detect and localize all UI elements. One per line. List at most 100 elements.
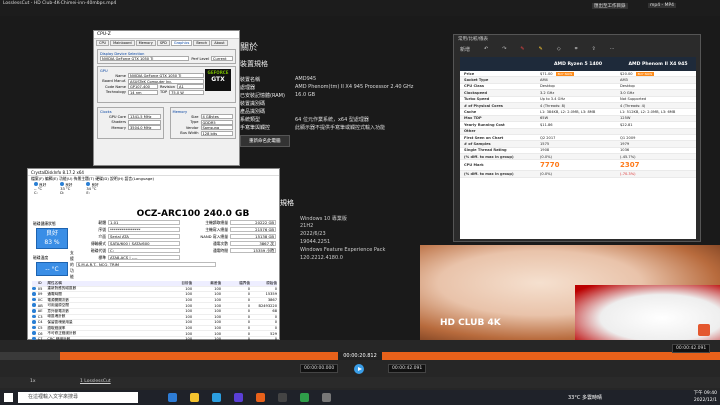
firmware-value: 1.01 xyxy=(108,220,180,225)
cpu-a-name[interactable]: AMD Ryzen 5 1400 xyxy=(536,62,616,67)
cmp-value-a: Up to 3.4 GHz xyxy=(540,97,566,102)
segment-end-time[interactable]: 00:00:42.091 xyxy=(388,364,427,373)
smart-id: AE xyxy=(37,309,43,314)
memory-group: Memory Size 4 GBytes Type GDDR5 Vendor Sams… xyxy=(169,107,236,139)
cmp-value-b: $22.81 xyxy=(620,122,633,127)
tab-bench[interactable]: Bench xyxy=(193,40,211,46)
windows-start-icon[interactable] xyxy=(4,393,13,402)
serial-value: **************** xyxy=(108,227,180,232)
windows-version: 21H2 xyxy=(300,223,314,229)
rename-pc-button[interactable]: 重新命名此電腦 xyxy=(240,135,290,147)
diff-label: (% diff. to max in group) xyxy=(464,172,514,177)
drive-e[interactable]: 良好 34 °C E: xyxy=(86,182,99,196)
smart-worst: 100 xyxy=(214,326,222,331)
cpu-compare-table: AMD Ryzen 5 1400 AMD Phenom II X4 945 Pr… xyxy=(460,57,696,239)
cmp-label: Single Thread Rating xyxy=(464,148,507,153)
highlighter-icon[interactable]: ✎ xyxy=(539,46,543,52)
cpuz-window[interactable]: CPU-Z CPU Mainboard Memory SPD Graphics … xyxy=(93,30,240,166)
buy-now-button[interactable]: BUY NOW xyxy=(635,71,655,76)
forward-icon[interactable]: ↷ xyxy=(502,46,506,52)
tab-mainboard[interactable]: Mainboard xyxy=(110,40,135,46)
col-worst[interactable]: 最差值 xyxy=(192,281,221,286)
field-label: Code Name xyxy=(105,84,126,89)
cmp-header: AMD Ryzen 5 1400 AMD Phenom II X4 945 xyxy=(460,57,696,71)
cmp-value-a: 3.2 GHz xyxy=(540,90,555,95)
app-icon[interactable] xyxy=(234,393,243,402)
tab-cpu[interactable]: CPU xyxy=(96,40,110,46)
status-dot-icon xyxy=(32,292,36,296)
col-raw[interactable]: 原始值 xyxy=(250,281,277,286)
track-label[interactable]: 1 LosslessCut xyxy=(80,379,111,384)
crop-icon[interactable]: ⌗ xyxy=(575,46,578,52)
more-icon[interactable]: ⋯ xyxy=(610,46,615,52)
weather-widget[interactable]: 33°C 多雲時晴 xyxy=(568,394,602,401)
perf-level-label: Perf Level xyxy=(191,56,209,61)
cpu-compare-window[interactable]: 常用/比較/儀表 新增 ↶ ↷ ✎ ✎ ◇ ⌗ ⇪ ⋯ AMD Ryzen 5 … xyxy=(453,34,701,242)
share-icon[interactable]: ⇪ xyxy=(592,46,596,52)
edge-icon[interactable] xyxy=(168,393,177,402)
smart-id: C4 xyxy=(37,320,43,325)
cpuz-taskbar-icon[interactable] xyxy=(278,393,287,402)
cpu-mark-b: 2307 xyxy=(620,161,640,170)
cdi-title[interactable]: CrystalDiskInfo 8.17.2 x64 xyxy=(28,169,279,176)
cpuz-title[interactable]: CPU-Z xyxy=(94,31,239,39)
tab-memory[interactable]: Memory xyxy=(135,40,156,46)
smart-raw: B2493220 xyxy=(258,303,277,308)
col-current[interactable]: 目前值 xyxy=(163,281,192,286)
smart-table[interactable]: ID 屬性名稱 目前值 最差值 臨界值 原始值 05 重新對應的磁區數 100 100… xyxy=(32,281,277,349)
tab-graphics[interactable]: Graphics xyxy=(170,40,193,46)
windows-experience-version: 120.2212.4180.0 xyxy=(300,255,343,261)
chat-bubble-icon[interactable] xyxy=(698,324,710,336)
status-dot-icon xyxy=(34,182,38,186)
cmp-value-b: $20.00 xyxy=(620,71,633,76)
col-threshold[interactable]: 臨界值 xyxy=(221,281,250,286)
zoom-level[interactable]: 1x xyxy=(30,379,36,384)
settings-icon[interactable] xyxy=(212,393,221,402)
tab-spd[interactable]: SPD xyxy=(156,40,170,46)
memory-size-value: 4 GBytes xyxy=(200,114,233,120)
memory-clock-value: 3504.0 MHz xyxy=(128,125,161,131)
status-dot-icon xyxy=(32,286,36,291)
cmp-label: Turbo Speed xyxy=(464,97,490,102)
health-status-badge[interactable]: 良好 83 % xyxy=(36,228,68,249)
file-explorer-icon[interactable] xyxy=(190,393,199,402)
cmp-label: # of Physical Cores xyxy=(464,103,503,108)
cmp-label: Socket Type xyxy=(464,78,489,83)
format-select[interactable]: mp4 - MP4 xyxy=(648,3,677,8)
smart-attr: 不可修正錯誤計數 xyxy=(47,331,77,336)
drive-d[interactable]: 良好 33 °C D: xyxy=(60,182,72,196)
health-status-text: 良好 xyxy=(45,230,58,237)
cpu-b-name[interactable]: AMD Phenom II X4 945 xyxy=(616,62,696,67)
buy-now-button[interactable]: BUY NOW xyxy=(555,71,575,76)
timeline-start-block[interactable] xyxy=(0,352,60,360)
perf-level-select[interactable]: Current xyxy=(211,56,233,61)
taskbar-search-input[interactable]: 在這裡輸入文字來搜尋 xyxy=(18,392,138,403)
system-clock[interactable]: 下午 09:40 2022/12/1 xyxy=(676,390,720,405)
col-id[interactable]: ID xyxy=(38,281,48,285)
cmp-title[interactable]: 常用/比較/儀表 xyxy=(454,35,700,44)
cmp-value-a: 4 (Threads: 8) xyxy=(540,103,566,108)
smart-attr: 讀取錯誤率 xyxy=(47,325,66,330)
device-select[interactable]: NVIDIA GeForce GTX 1050 Ti xyxy=(100,56,190,61)
back-icon[interactable]: ↶ xyxy=(484,46,488,52)
cmp-value-b: Not Supported xyxy=(620,97,647,102)
memory-type-value: GDDR5 xyxy=(200,119,233,125)
smart-raw: 0 xyxy=(274,326,277,331)
col-attribute[interactable]: 屬性名稱 xyxy=(47,281,163,286)
eraser-icon[interactable]: ◇ xyxy=(557,46,561,52)
drive-c[interactable]: 良好 -- °C C: xyxy=(34,182,46,196)
new-tab-button[interactable]: 新增 xyxy=(460,46,470,53)
tab-about[interactable]: About xyxy=(211,40,228,46)
current-time-display: 00:00:20.812 xyxy=(338,352,382,360)
segment-start-time[interactable]: 00:00:00.000 xyxy=(300,364,339,373)
diff-b: (-70.3%) xyxy=(620,172,636,177)
power-on-hours-value: 15359 小時 xyxy=(230,248,276,253)
crystaldisk-taskbar-icon[interactable] xyxy=(322,393,331,402)
cmp-label: Max TDP xyxy=(464,116,482,121)
logo-text: GTX xyxy=(211,76,225,83)
chrome-icon[interactable] xyxy=(300,393,309,402)
pen-icon[interactable]: ✎ xyxy=(520,46,524,52)
losslesscut-icon[interactable] xyxy=(256,393,265,402)
cmp-label: Other xyxy=(464,129,476,134)
crystaldiskinfo-window[interactable]: CrystalDiskInfo 8.17.2 x64 檔案(F) 編輯(E) 功… xyxy=(27,168,280,349)
